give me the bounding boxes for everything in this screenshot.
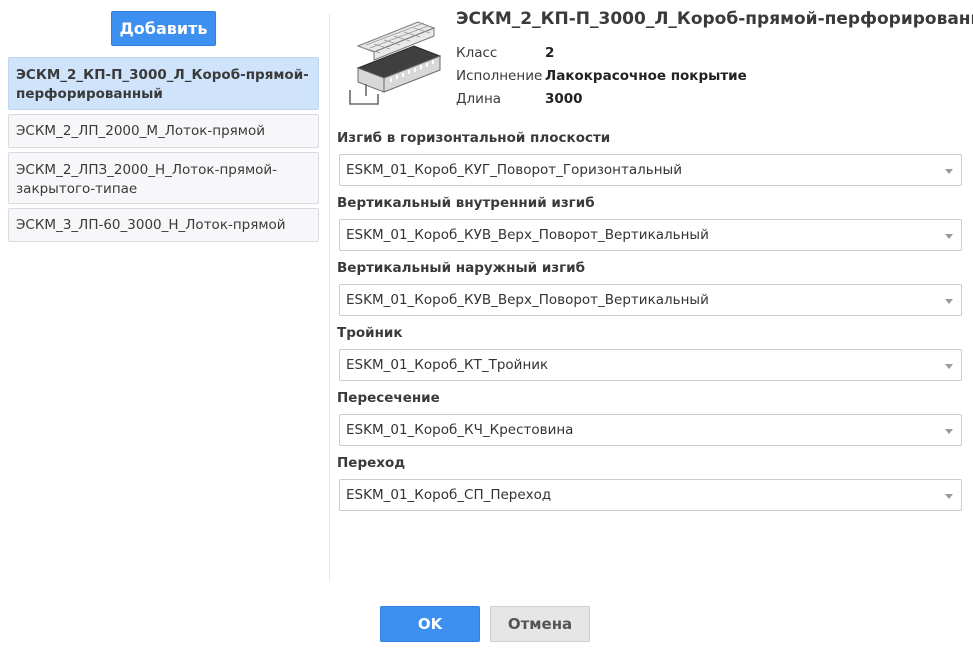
page-title: ЭСКМ_2_КП-П_3000_Л_Короб-прямой-перфорир…: [456, 9, 973, 29]
field-label-horizontal-bend: Изгиб в горизонтальной плоскости: [337, 130, 611, 146]
property-label-finish: Исполнение: [456, 68, 543, 84]
field-label-vertical-outer-bend: Вертикальный наружный изгиб: [337, 260, 586, 276]
vertical-outer-bend-select[interactable]: ESKM_01_Короб_КУВ_Верх_Поворот_Вертикаль…: [339, 284, 962, 316]
transition-select[interactable]: ESKM_01_Короб_СП_Переход: [339, 479, 962, 511]
perforated-cable-tray-icon: [344, 18, 444, 110]
select-value: ESKM_01_Короб_КУВ_Верх_Поворот_Вертикаль…: [346, 292, 709, 308]
select-value: ESKM_01_Короб_КТ_Тройник: [346, 357, 549, 373]
chevron-down-icon: [945, 494, 953, 499]
list-item[interactable]: ЭСКМ_2_ЛПЗ_2000_Н_Лоток-прямой-закрытого…: [8, 152, 319, 204]
property-value-length: 3000: [545, 91, 583, 107]
ok-button[interactable]: OK: [380, 606, 480, 642]
chevron-down-icon: [945, 364, 953, 369]
chevron-down-icon: [945, 169, 953, 174]
chevron-down-icon: [945, 429, 953, 434]
crossing-select[interactable]: ESKM_01_Короб_КЧ_Крестовина: [339, 414, 962, 446]
select-value: ESKM_01_Короб_СП_Переход: [346, 487, 552, 503]
field-label-vertical-inner-bend: Вертикальный внутренний изгиб: [337, 195, 595, 211]
list-item[interactable]: ЭСКМ_2_ЛП_2000_М_Лоток-прямой: [8, 114, 319, 148]
cancel-button[interactable]: Отмена: [490, 606, 590, 642]
vertical-inner-bend-select[interactable]: ESKM_01_Короб_КУВ_Верх_Поворот_Вертикаль…: [339, 219, 962, 251]
list-item[interactable]: ЭСКМ_3_ЛП-60_3000_Н_Лоток-прямой: [8, 208, 319, 242]
add-button[interactable]: Добавить: [111, 11, 216, 46]
field-label-crossing: Пересечение: [337, 390, 440, 406]
select-value: ESKM_01_Короб_КУВ_Верх_Поворот_Вертикаль…: [346, 227, 709, 243]
chevron-down-icon: [945, 299, 953, 304]
select-value: ESKM_01_Короб_КЧ_Крестовина: [346, 422, 574, 438]
tee-select[interactable]: ESKM_01_Короб_КТ_Тройник: [339, 349, 962, 381]
property-label-length: Длина: [456, 91, 502, 107]
field-label-transition: Переход: [337, 455, 406, 471]
property-value-class: 2: [545, 45, 555, 61]
property-label-class: Класс: [456, 45, 498, 61]
property-value-finish: Лакокрасочное покрытие: [545, 68, 747, 84]
item-list: ЭСКМ_2_КП-П_3000_Л_Короб-прямой-перфорир…: [8, 57, 319, 246]
chevron-down-icon: [945, 234, 953, 239]
field-label-tee: Тройник: [337, 325, 403, 341]
list-item[interactable]: ЭСКМ_2_КП-П_3000_Л_Короб-прямой-перфорир…: [8, 57, 319, 110]
panel-divider: [329, 14, 330, 581]
horizontal-bend-select[interactable]: ESKM_01_Короб_КУГ_Поворот_Горизонтальный: [339, 154, 962, 186]
select-value: ESKM_01_Короб_КУГ_Поворот_Горизонтальный: [346, 162, 682, 178]
